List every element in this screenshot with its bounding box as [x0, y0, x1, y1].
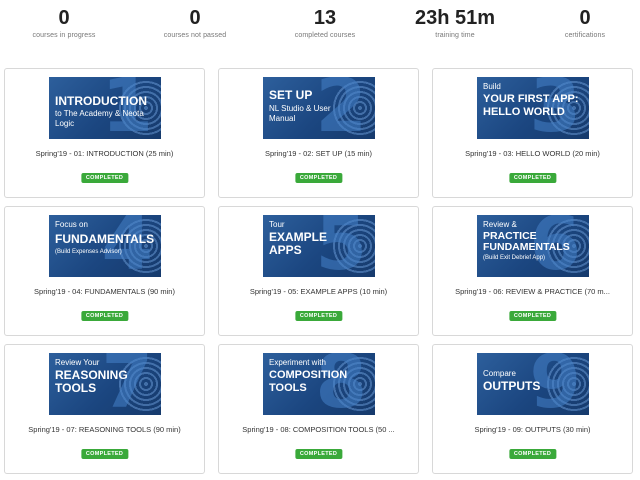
stat-value: 0 — [58, 7, 70, 29]
status-badge: COMPLETED — [294, 449, 343, 459]
thumb-heading: INTRODUCTION — [55, 94, 147, 108]
course-card-03[interactable]: 3 Build YOUR FIRST APP: HELLO WORLD Spri… — [432, 68, 633, 198]
course-title[interactable]: Spring'19 - 09: OUTPUTS (30 min) — [433, 425, 632, 434]
thumb-subheading: NL Studio & User Manual — [269, 104, 331, 123]
status-badge: COMPLETED — [80, 449, 129, 459]
stat-value: 0 — [579, 7, 591, 29]
course-thumbnail[interactable]: 4 Focus on FUNDAMENTALS (Build Expenses … — [49, 215, 161, 277]
status-badge: COMPLETED — [508, 311, 557, 321]
course-title[interactable]: Spring'19 - 08: COMPOSITION TOOLS (50 ..… — [219, 425, 418, 434]
course-grid: 1 INTRODUCTION to The Academy & Neota Lo… — [4, 68, 636, 474]
thumb-prefix: Focus on — [55, 220, 88, 229]
thumb-heading: EXAMPLE APPS — [269, 230, 328, 257]
course-thumbnail[interactable]: 1 INTRODUCTION to The Academy & Neota Lo… — [49, 77, 161, 139]
stat-training-time: 23h 51m training time — [395, 6, 515, 39]
stat-label: courses not passed — [163, 32, 227, 39]
course-title[interactable]: Spring'19 - 03: HELLO WORLD (20 min) — [433, 149, 632, 158]
stat-completed-courses: 13 completed courses — [265, 6, 385, 39]
stats-bar: 0 courses in progress 0 courses not pass… — [0, 0, 640, 52]
course-title[interactable]: Spring'19 - 02: SET UP (15 min) — [219, 149, 418, 158]
status-badge: COMPLETED — [508, 173, 557, 183]
stat-value: 13 — [313, 7, 337, 29]
course-card-06[interactable]: 6 Review & PRACTICE FUNDAMENTALS (Build … — [432, 206, 633, 336]
thumb-subheading: to The Academy & Neota Logic — [55, 109, 144, 128]
stat-certifications: 0 certifications — [525, 6, 640, 39]
stat-label: completed courses — [294, 32, 356, 39]
thumb-heading: COMPOSITION TOOLS — [269, 369, 348, 394]
course-number: 4 — [101, 215, 154, 277]
thumb-prefix: Experiment with — [269, 358, 326, 367]
stat-courses-not-passed: 0 courses not passed — [135, 6, 255, 39]
course-thumbnail[interactable]: 5 Tour EXAMPLE APPS — [263, 215, 375, 277]
thumb-heading: REASONING TOOLS — [55, 368, 128, 395]
thumb-prefix: Build — [483, 82, 501, 91]
course-title[interactable]: Spring'19 - 06: REVIEW & PRACTICE (70 m.… — [433, 287, 632, 296]
course-thumbnail[interactable]: 2 SET UP NL Studio & User Manual — [263, 77, 375, 139]
course-card-08[interactable]: 8 Experiment with COMPOSITION TOOLS Spri… — [218, 344, 419, 474]
thumb-heading: FUNDAMENTALS — [55, 232, 155, 246]
thumb-prefix: Tour — [269, 220, 285, 229]
stat-label: certifications — [564, 32, 606, 39]
course-title[interactable]: Spring'19 - 07: REASONING TOOLS (90 min) — [5, 425, 204, 434]
stat-label: courses in progress — [32, 32, 96, 39]
thumb-heading: OUTPUTS — [483, 379, 541, 393]
course-thumbnail[interactable]: 6 Review & PRACTICE FUNDAMENTALS (Build … — [477, 215, 589, 277]
course-card-01[interactable]: 1 INTRODUCTION to The Academy & Neota Lo… — [4, 68, 205, 198]
thumb-subheading: (Build Exit Debrief App) — [483, 255, 546, 261]
status-badge: COMPLETED — [80, 173, 129, 183]
course-card-05[interactable]: 5 Tour EXAMPLE APPS Spring'19 - 05: EXAM… — [218, 206, 419, 336]
status-badge: COMPLETED — [294, 173, 343, 183]
status-badge: COMPLETED — [80, 311, 129, 321]
thumb-prefix: Compare — [483, 369, 516, 378]
course-title[interactable]: Spring'19 - 04: FUNDAMENTALS (90 min) — [5, 287, 204, 296]
stat-label: training time — [435, 32, 475, 39]
course-card-02[interactable]: 2 SET UP NL Studio & User Manual Spring'… — [218, 68, 419, 198]
stat-value: 0 — [189, 7, 201, 29]
thumb-subheading: (Build Expenses Advisor) — [55, 249, 122, 255]
thumb-heading: SET UP — [269, 88, 313, 102]
thumb-prefix: Review Your — [55, 358, 100, 367]
status-badge: COMPLETED — [508, 449, 557, 459]
stat-value: 23h 51m — [414, 7, 496, 29]
status-badge: COMPLETED — [294, 311, 343, 321]
course-card-07[interactable]: 7 Review Your REASONING TOOLS Spring'19 … — [4, 344, 205, 474]
stat-courses-in-progress: 0 courses in progress — [4, 6, 124, 39]
course-thumbnail[interactable]: 7 Review Your REASONING TOOLS — [49, 353, 161, 415]
course-thumbnail[interactable]: 8 Experiment with COMPOSITION TOOLS — [263, 353, 375, 415]
course-title[interactable]: Spring'19 - 05: EXAMPLE APPS (10 min) — [219, 287, 418, 296]
thumb-heading: YOUR FIRST APP: HELLO WORLD — [483, 93, 579, 118]
course-thumbnail[interactable]: 9 Compare OUTPUTS — [477, 353, 589, 415]
course-card-04[interactable]: 4 Focus on FUNDAMENTALS (Build Expenses … — [4, 206, 205, 336]
course-card-09[interactable]: 9 Compare OUTPUTS Spring'19 - 09: OUTPUT… — [432, 344, 633, 474]
thumb-prefix: Review & — [483, 220, 517, 229]
course-thumbnail[interactable]: 3 Build YOUR FIRST APP: HELLO WORLD — [477, 77, 589, 139]
course-title[interactable]: Spring'19 - 01: INTRODUCTION (25 min) — [5, 149, 204, 158]
thumb-heading: PRACTICE FUNDAMENTALS — [483, 230, 570, 253]
course-number: 1 — [101, 77, 154, 139]
